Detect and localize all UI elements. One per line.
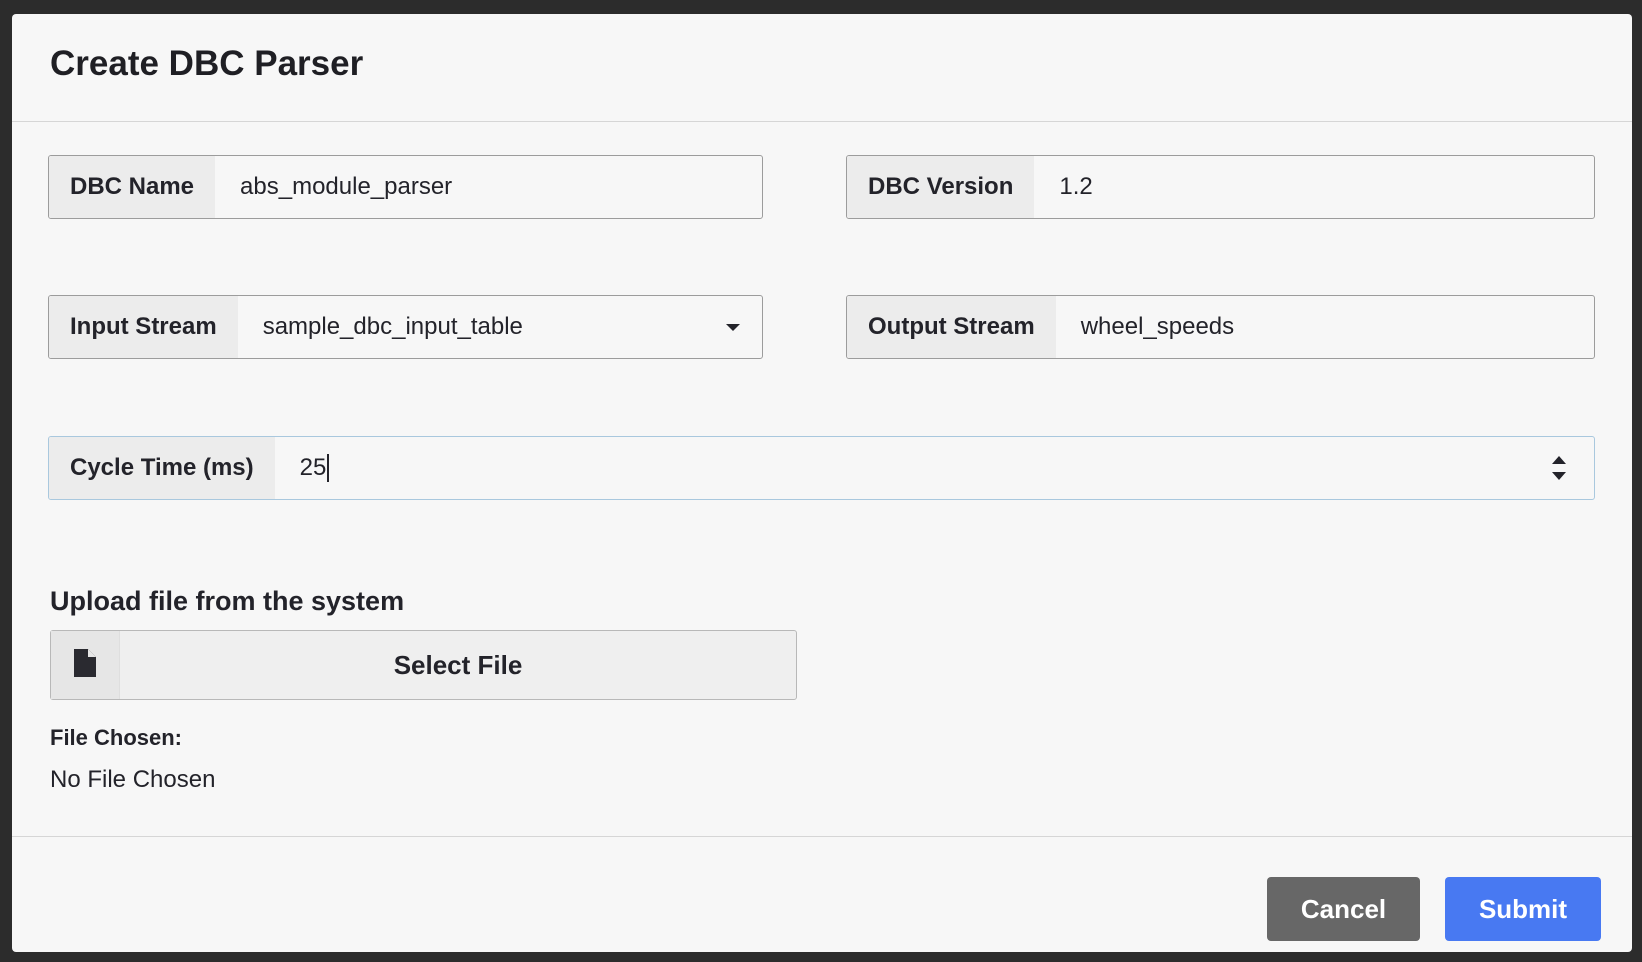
chevron-down-icon[interactable] (726, 324, 740, 331)
dbc-version-input[interactable]: 1.2 (1034, 156, 1594, 218)
create-dbc-parser-dialog: Create DBC Parser DBC Name abs_module_pa… (12, 14, 1632, 952)
dbc-version-label: DBC Version (847, 156, 1035, 218)
input-stream-label: Input Stream (49, 296, 238, 358)
number-stepper[interactable] (1552, 456, 1566, 480)
file-chosen-label: File Chosen: (50, 725, 183, 750)
file-icon (74, 648, 96, 682)
cycle-time-label: Cycle Time (ms) (49, 437, 275, 499)
dbc-name-field: DBC Name abs_module_parser (48, 155, 763, 219)
stepper-down-icon[interactable] (1552, 472, 1566, 480)
dialog-footer: Cancel Submit (12, 836, 1632, 952)
text-cursor (327, 454, 330, 482)
submit-button[interactable]: Submit (1445, 877, 1601, 941)
dialog-header: Create DBC Parser (12, 14, 1632, 122)
cancel-button[interactable]: Cancel (1267, 877, 1420, 941)
select-file-label: Select File (393, 649, 523, 680)
dialog-title: Create DBC Parser (50, 44, 364, 83)
output-stream-input[interactable]: wheel_speeds (1056, 296, 1594, 358)
dbc-version-value: 1.2 (1059, 173, 1093, 200)
dbc-version-field: DBC Version 1.2 (846, 155, 1595, 219)
stepper-up-icon[interactable] (1552, 456, 1566, 464)
output-stream-value: wheel_speeds (1080, 313, 1235, 340)
input-stream-value: sample_dbc_input_table (262, 313, 523, 340)
dbc-name-input[interactable]: abs_module_parser (215, 156, 762, 218)
cycle-time-value: 25 (299, 454, 327, 481)
dbc-name-label: DBC Name (49, 156, 216, 218)
select-file-button[interactable]: Select File (50, 630, 797, 700)
output-stream-label: Output Stream (847, 296, 1056, 358)
dbc-name-value: abs_module_parser (240, 173, 453, 200)
cycle-time-input[interactable]: 25 (275, 437, 1594, 499)
file-icon-box (51, 631, 120, 699)
file-chosen-value: No File Chosen (50, 766, 216, 793)
cycle-time-field: Cycle Time (ms) 25 (48, 436, 1595, 500)
input-stream-select[interactable]: sample_dbc_input_table (238, 296, 762, 358)
input-stream-field: Input Stream sample_dbc_input_table (48, 295, 763, 359)
upload-heading: Upload file from the system (50, 586, 405, 616)
output-stream-field: Output Stream wheel_speeds (846, 295, 1595, 359)
